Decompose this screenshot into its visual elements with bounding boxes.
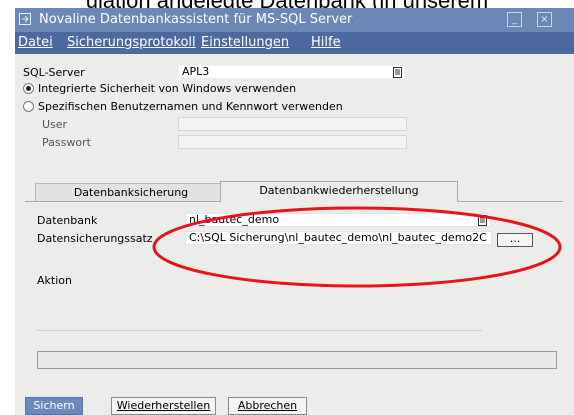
dropdown-icon[interactable] — [393, 67, 402, 78]
menu-sicherungsprotokoll[interactable]: Sicherungsprotokoll — [67, 35, 196, 50]
radio-integrated-label: Integrierte Sicherheit von Windows verwe… — [38, 82, 297, 95]
window-app-icon — [19, 13, 31, 25]
title-bar: Novaline Datenbankassistent für MS-SQL S… — [15, 8, 574, 32]
user-input[interactable] — [178, 117, 407, 131]
password-input[interactable] — [178, 135, 407, 149]
app-window: Novaline Datenbankassistent für MS-SQL S… — [15, 8, 574, 415]
progress-bar — [37, 351, 557, 369]
backupset-label: Datensicherungssatz — [37, 232, 153, 245]
minimize-icon[interactable]: _ — [507, 12, 522, 27]
browse-button[interactable]: ... — [497, 233, 533, 247]
tab-datenbankwiederherstellung[interactable]: Datenbankwiederherstellung — [220, 181, 458, 202]
radio-specific-credentials[interactable] — [23, 101, 34, 112]
menu-bar: Datei Sicherungsprotokoll Einstellungen … — [15, 32, 574, 54]
separator-line — [37, 330, 482, 331]
menu-datei[interactable]: Datei — [18, 35, 53, 50]
save-button[interactable]: Sichern — [25, 397, 83, 415]
menu-hilfe[interactable]: Hilfe — [311, 35, 341, 50]
database-value: nl_bautec_demo — [189, 213, 280, 226]
cancel-button-label: Abbrechen — [237, 399, 298, 412]
sql-server-value: APL3 — [182, 65, 210, 78]
backupset-input[interactable]: C:\SQL Sicherung\nl_bautec_demo\nl_baute… — [185, 231, 492, 245]
password-label: Passwort — [42, 136, 91, 149]
restore-button[interactable]: Wiederherstellen — [111, 397, 216, 415]
radio-integrated-security[interactable] — [23, 83, 34, 94]
restore-button-label: Wiederherstellen — [116, 399, 211, 412]
tab-datenbanksicherung[interactable]: Datenbanksicherung — [35, 183, 226, 202]
database-label: Datenbank — [37, 214, 98, 227]
close-icon[interactable]: × — [537, 12, 552, 27]
dropdown-icon[interactable] — [478, 215, 487, 226]
save-button-label: Sichern — [33, 399, 75, 412]
action-label: Aktion — [37, 274, 72, 287]
radio-specific-label: Spezifischen Benutzernamen und Kennwort … — [38, 100, 343, 113]
user-label: User — [42, 118, 68, 131]
radio-selected-dot — [26, 86, 31, 91]
window-title: Novaline Datenbankassistent für MS-SQL S… — [39, 12, 353, 27]
database-select[interactable]: nl_bautec_demo — [185, 213, 491, 227]
cancel-button[interactable]: Abbrechen — [228, 397, 307, 415]
sql-server-label: SQL-Server — [23, 66, 85, 79]
sql-server-select[interactable]: APL3 — [178, 65, 406, 79]
menu-einstellungen[interactable]: Einstellungen — [201, 35, 289, 50]
